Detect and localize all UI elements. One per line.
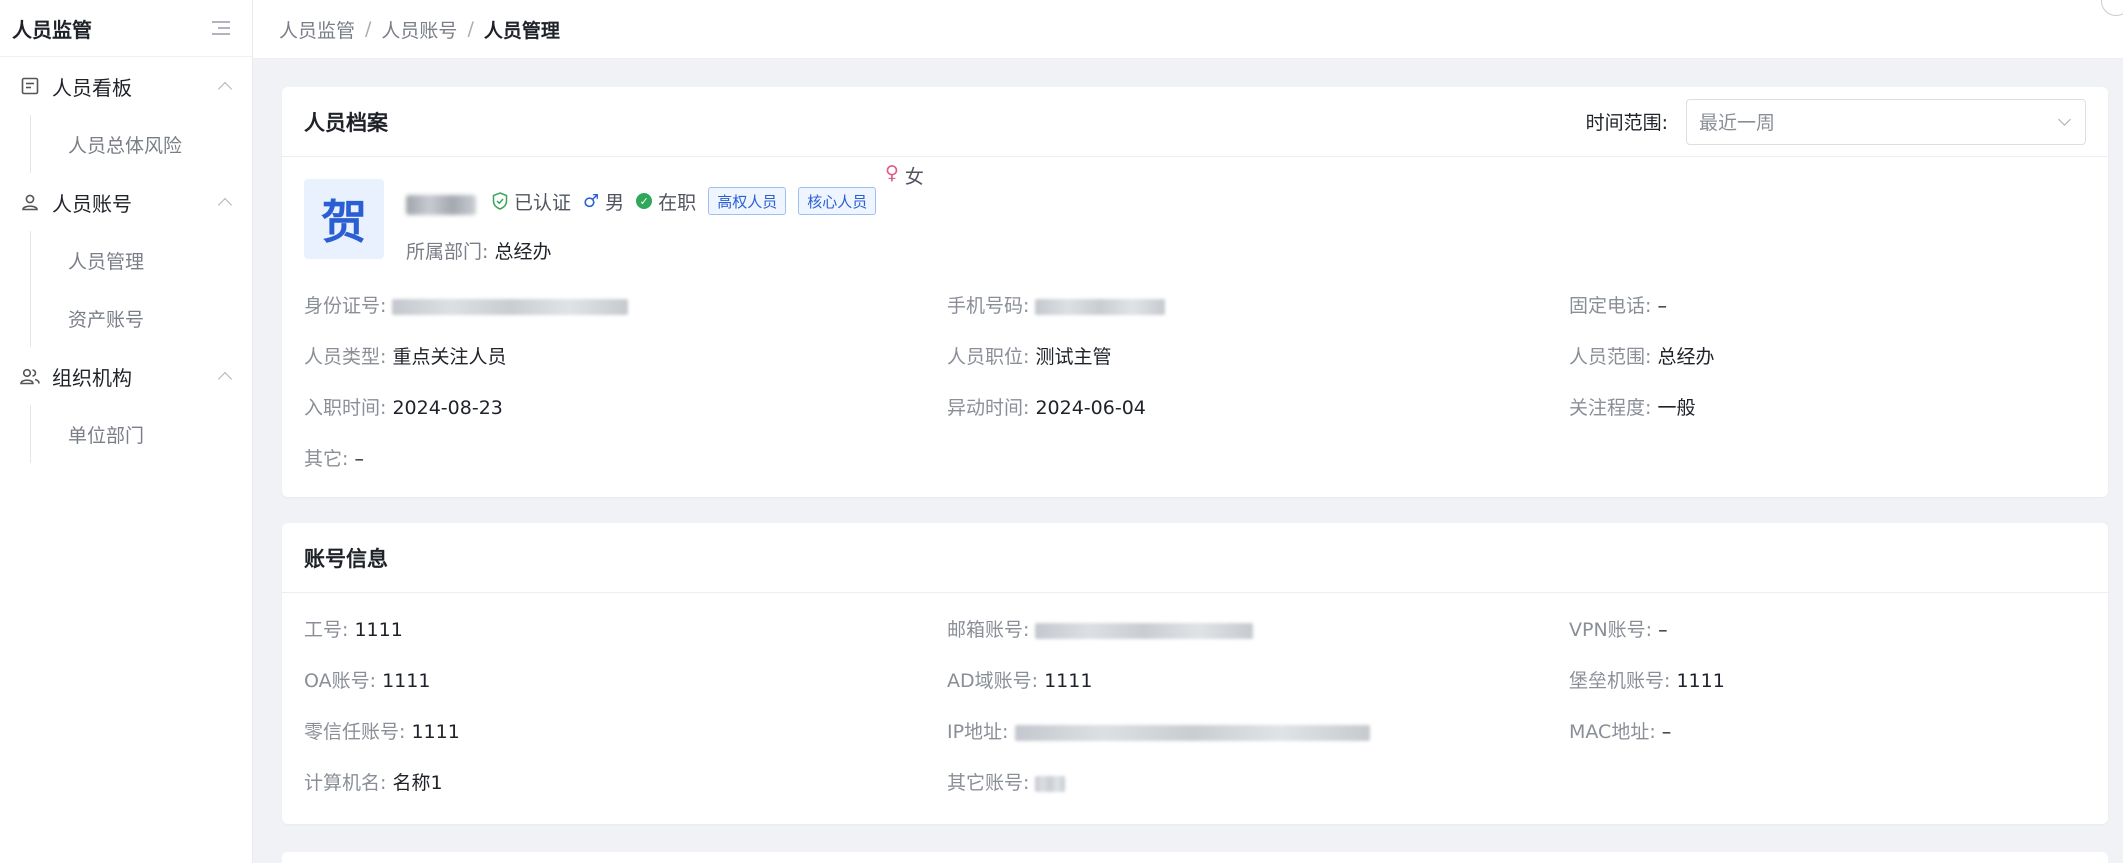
chevron-up-icon <box>217 371 233 387</box>
sidebar-group-accounts[interactable]: 人员账号 <box>0 173 252 231</box>
field-id-number: 身份证号: <box>304 291 629 318</box>
field-other-account: 其它账号: <box>947 768 1066 795</box>
field-computer-name: 计算机名: 名称1 <box>304 772 443 794</box>
sidebar-group-label: 人员账号 <box>52 191 132 216</box>
card-title: 账号信息 <box>304 546 388 571</box>
breadcrumb-separator: / <box>365 18 372 40</box>
card-title: 人员档案 <box>304 110 388 135</box>
chevron-up-icon <box>217 197 233 213</box>
field-person-type: 人员类型: 重点关注人员 <box>304 346 507 368</box>
account-card-header: 账号信息 <box>282 523 2108 593</box>
gender-female-label: 女 <box>904 166 924 188</box>
breadcrumb-current: 人员管理 <box>483 19 560 42</box>
field-attention-level: 关注程度: 一般 <box>1569 397 1696 419</box>
field-join-date: 入职时间: 2024-08-23 <box>304 397 503 419</box>
field-scope: 人员范围: 总经办 <box>1569 346 1715 368</box>
gender-male: ♂ 男 <box>583 188 624 215</box>
profile-card: 人员档案 时间范围: 最近一周 贺 ♀ 女 已认证 ♂ 男 ✓ 在职 高权人员 … <box>282 87 2108 497</box>
next-card-edge <box>282 852 2108 863</box>
certified-label: 已认证 <box>514 191 572 214</box>
department-label: 所属部门: <box>406 241 489 263</box>
user-avatar-icon[interactable] <box>2101 0 2123 16</box>
avatar: 贺 <box>304 179 384 259</box>
field-other: 其它: – <box>304 448 364 470</box>
field-position: 人员职位: 测试主管 <box>947 346 1112 368</box>
field-phone: 手机号码: <box>947 291 1166 318</box>
sidebar: 人员监管 人员看板 人员总体风险 人员账号 人员管理 资产账号 组织机构 单位部… <box>0 0 253 863</box>
field-zero-trust: 零信任账号: 1111 <box>304 721 460 743</box>
sidebar-item-overall-risk[interactable]: 人员总体风险 <box>0 115 252 173</box>
field-vpn: VPN账号: – <box>1569 619 1668 641</box>
department: 所属部门: 总经办 <box>406 237 551 264</box>
shield-check-icon <box>492 192 508 210</box>
male-icon: ♂ <box>583 190 600 212</box>
breadcrumb: 人员监管 / 人员账号 / 人员管理 <box>253 0 2123 59</box>
sidebar-title: 人员监管 <box>12 17 92 42</box>
time-range: 时间范围: 最近一周 <box>1585 98 2086 145</box>
field-employee-no: 工号: 1111 <box>304 619 403 641</box>
field-landline: 固定电话: – <box>1569 295 1667 317</box>
gender-male-label: 男 <box>605 191 625 214</box>
profile-summary: 贺 ♀ 女 已认证 ♂ 男 ✓ 在职 高权人员 核心人员 所属部门: 总经办 <box>282 157 2108 273</box>
employment-status: ✓ 在职 <box>636 188 696 215</box>
field-ip: IP地址: <box>947 717 1370 744</box>
field-change-date: 异动时间: 2024-06-04 <box>947 397 1146 419</box>
field-email: 邮箱账号: <box>947 615 1254 642</box>
female-icon: ♀ <box>885 162 899 184</box>
field-mac: MAC地址: – <box>1569 721 1672 743</box>
time-range-select[interactable]: 最近一周 <box>1686 98 2086 145</box>
department-value: 总经办 <box>494 241 552 263</box>
menu-collapse-icon[interactable] <box>212 21 230 35</box>
sidebar-group-dashboard[interactable]: 人员看板 <box>0 57 252 115</box>
sidebar-item-asset-accounts[interactable]: 资产账号 <box>0 289 252 347</box>
users-icon <box>20 366 40 386</box>
user-icon <box>20 192 40 212</box>
tag-core-staff: 核心人员 <box>798 187 877 215</box>
profile-badges: 已认证 ♂ 男 ✓ 在职 高权人员 核心人员 <box>492 187 877 215</box>
sidebar-group-label: 人员看板 <box>52 75 132 100</box>
account-card: 账号信息 工号: 1111 邮箱账号: VPN账号: – OA账号: 1111 … <box>282 523 2108 824</box>
breadcrumb-item[interactable]: 人员账号 <box>381 16 457 43</box>
tag-high-privilege: 高权人员 <box>708 187 787 215</box>
time-range-label: 时间范围: <box>1585 112 1668 134</box>
sidebar-item-departments[interactable]: 单位部门 <box>0 405 252 463</box>
field-bastion: 堡垒机账号: 1111 <box>1569 670 1725 692</box>
breadcrumb-separator: / <box>467 18 474 40</box>
time-range-value: 最近一周 <box>1699 112 1776 134</box>
person-name-redacted <box>406 195 476 215</box>
field-oa: OA账号: 1111 <box>304 670 431 692</box>
sidebar-group-organization[interactable]: 组织机构 <box>0 347 252 405</box>
chevron-up-icon <box>217 81 233 97</box>
board-icon <box>20 76 40 96</box>
chevron-down-icon <box>2058 113 2071 126</box>
breadcrumb-item[interactable]: 人员监管 <box>279 16 355 43</box>
gender-female: ♀ 女 <box>885 162 924 189</box>
profile-card-header: 人员档案 时间范围: 最近一周 <box>282 87 2108 157</box>
sidebar-item-person-management[interactable]: 人员管理 <box>0 231 252 289</box>
other-account-redacted <box>1035 775 1066 792</box>
sidebar-header: 人员监管 <box>0 0 252 57</box>
check-circle-icon: ✓ <box>636 193 653 209</box>
certified-badge: 已认证 <box>492 188 571 215</box>
sidebar-group-label: 组织机构 <box>52 365 132 390</box>
email-redacted <box>1035 622 1254 639</box>
field-ad: AD域账号: 1111 <box>947 670 1093 692</box>
id-number-redacted <box>392 298 629 315</box>
phone-redacted <box>1035 298 1166 315</box>
employment-status-label: 在职 <box>658 191 697 214</box>
ip-redacted <box>1014 724 1370 741</box>
